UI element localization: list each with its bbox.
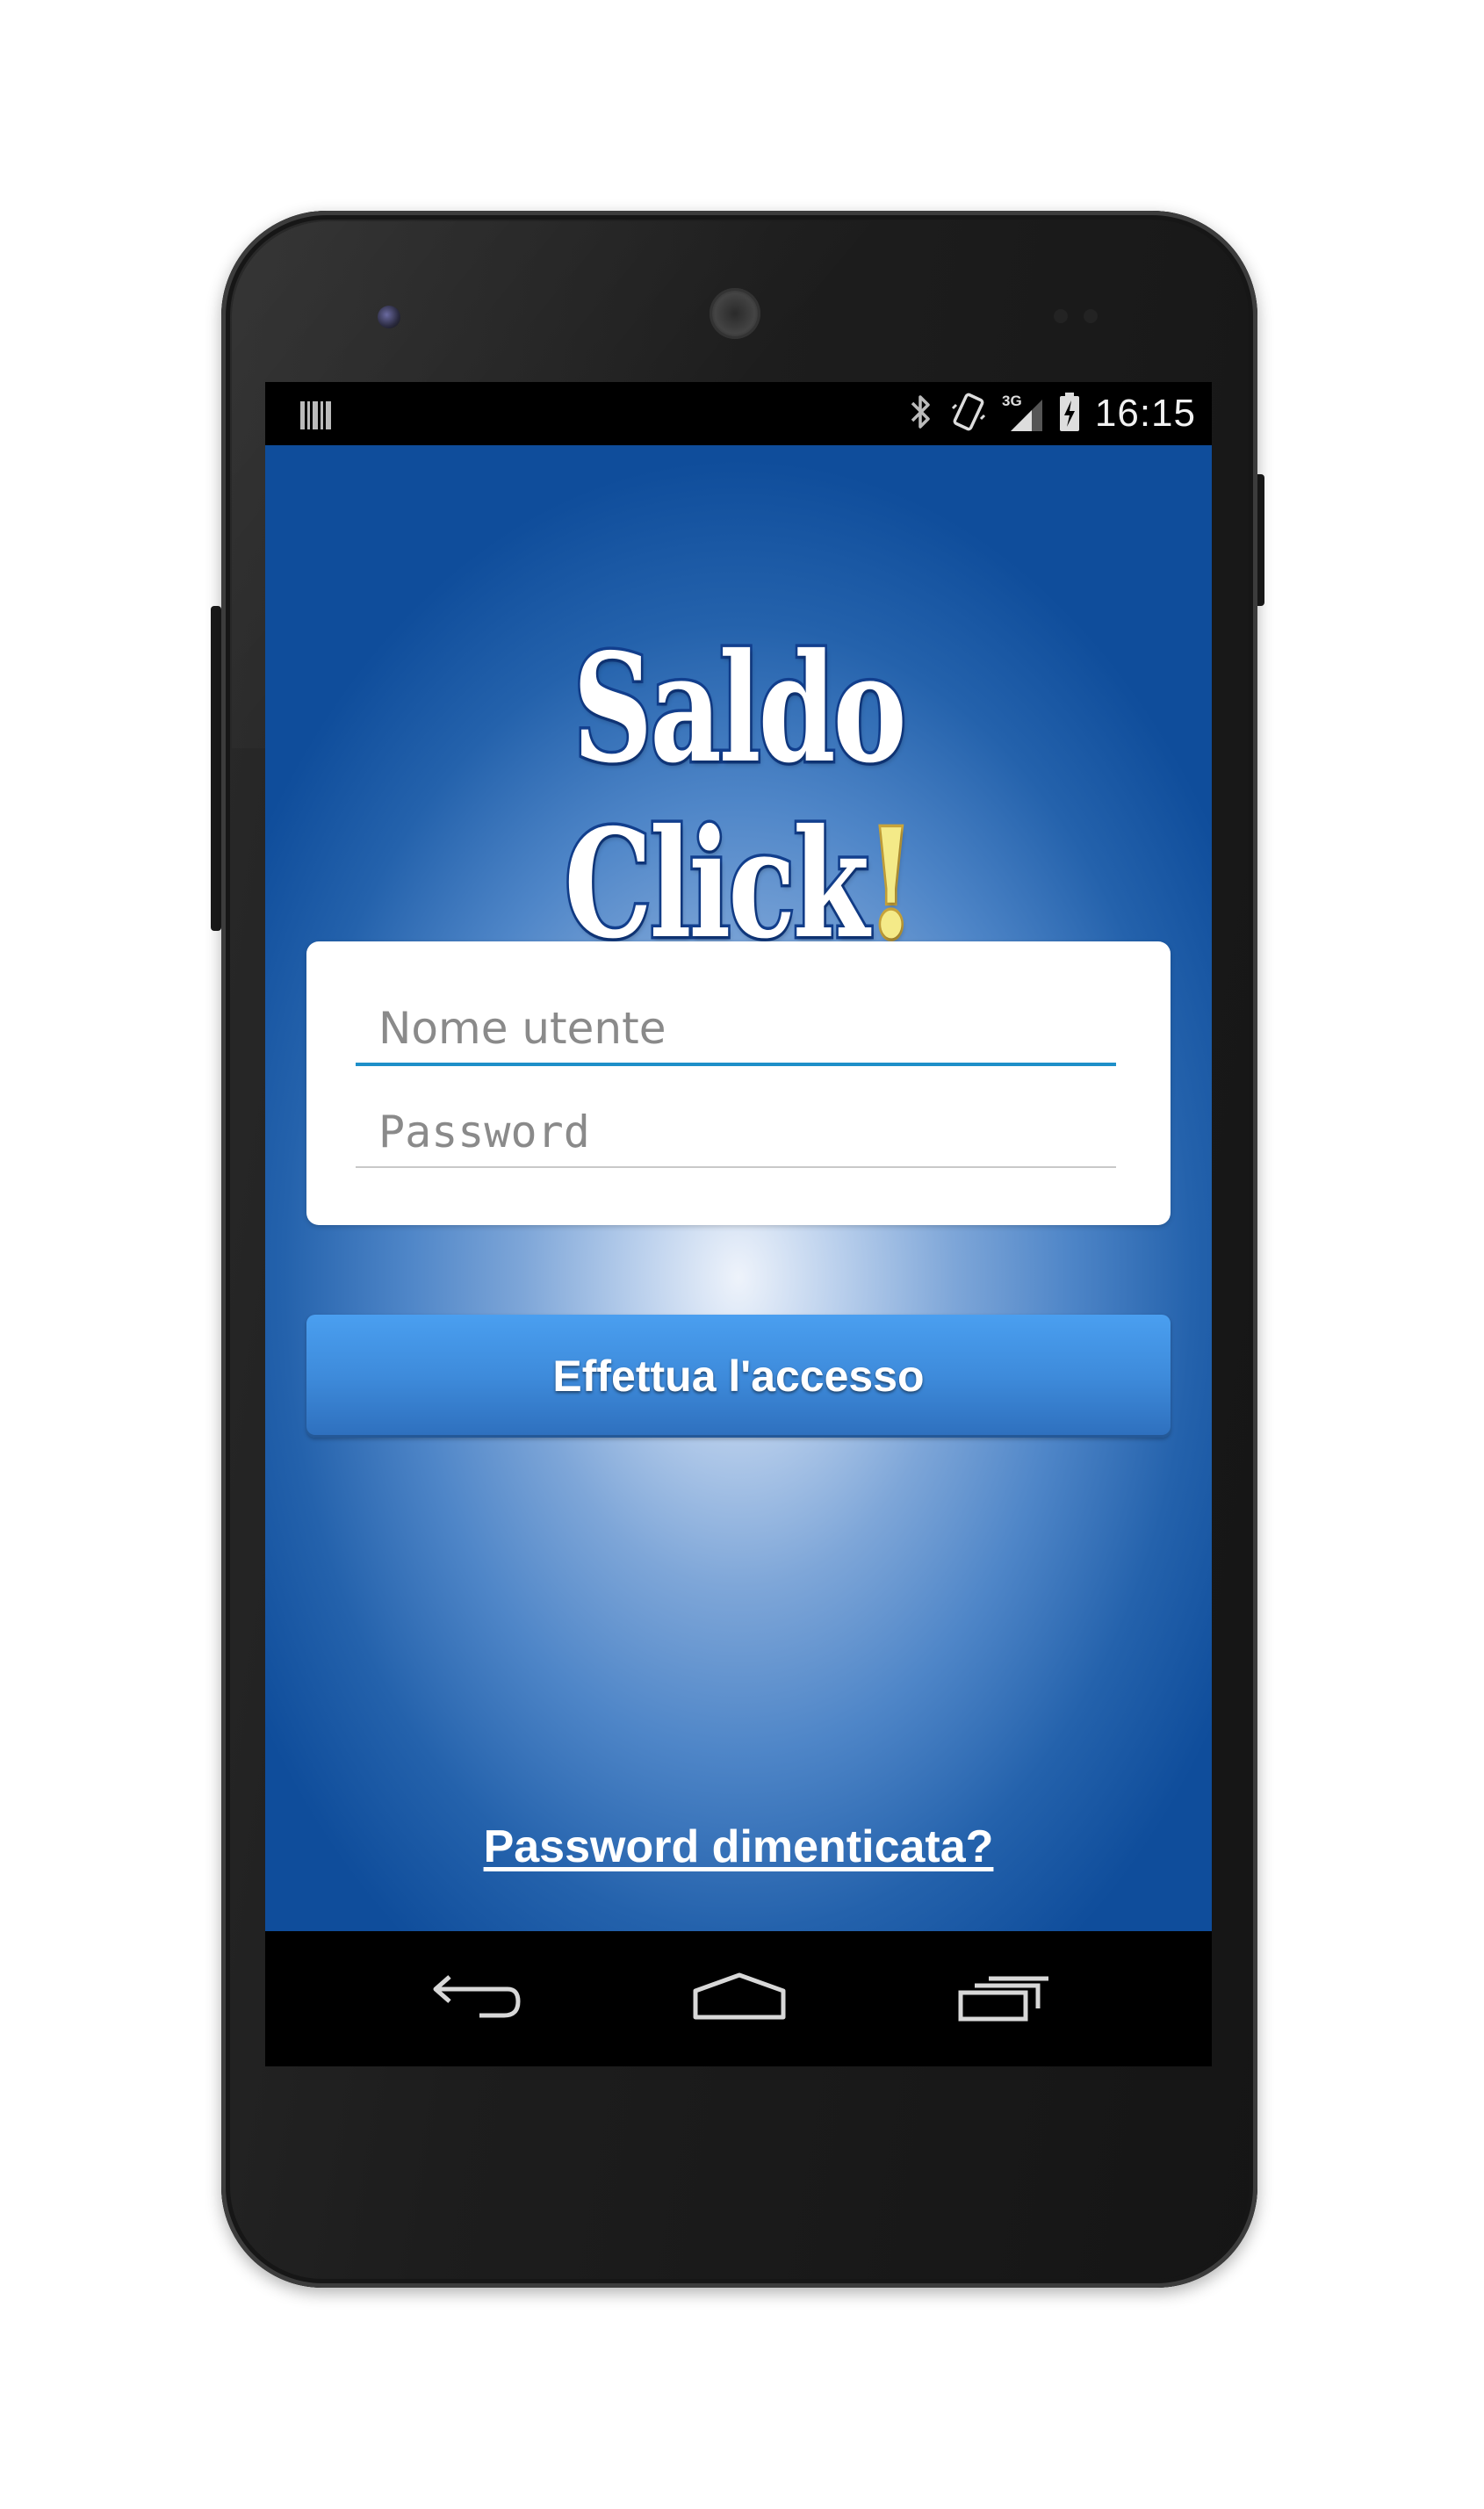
recent-apps-icon[interactable] — [950, 1968, 1055, 2030]
volume-button — [211, 606, 221, 931]
status-bar: 3G 16:15 — [265, 382, 1212, 445]
barcode-icon — [299, 400, 334, 435]
signal-3g-icon: 3G — [1002, 391, 1044, 436]
bluetooth-icon — [905, 393, 935, 435]
light-sensor — [1084, 309, 1098, 323]
username-placeholder: Nome utente — [378, 1003, 666, 1054]
status-time: 16:15 — [1094, 392, 1196, 435]
battery-charging-icon — [1058, 391, 1081, 436]
front-camera — [378, 306, 400, 328]
login-button[interactable]: Effettua l'accesso — [306, 1315, 1171, 1438]
device-screen: 3G 16:15 Saldo Click! Nome utente Passwo… — [265, 382, 1212, 2066]
home-icon[interactable] — [687, 1968, 792, 2030]
password-field[interactable]: Password — [356, 1096, 1116, 1168]
svg-text:3G: 3G — [1002, 393, 1022, 409]
navigation-bar — [265, 1931, 1212, 2066]
back-icon[interactable] — [423, 1968, 529, 2030]
proximity-sensor — [1054, 309, 1068, 323]
forgot-password-link[interactable]: Password dimenticata? — [265, 1820, 1212, 1873]
vibrate-icon — [949, 391, 988, 436]
logo-text: Saldo Click — [562, 618, 909, 976]
login-form-card: Nome utente Password — [306, 941, 1171, 1225]
username-field[interactable]: Nome utente — [356, 992, 1116, 1066]
earpiece-speaker — [710, 288, 760, 339]
app-logo: Saldo Click! — [388, 618, 1089, 976]
login-screen: Saldo Click! Nome utente Password Effett… — [265, 445, 1212, 1931]
password-placeholder: Password — [378, 1107, 590, 1157]
